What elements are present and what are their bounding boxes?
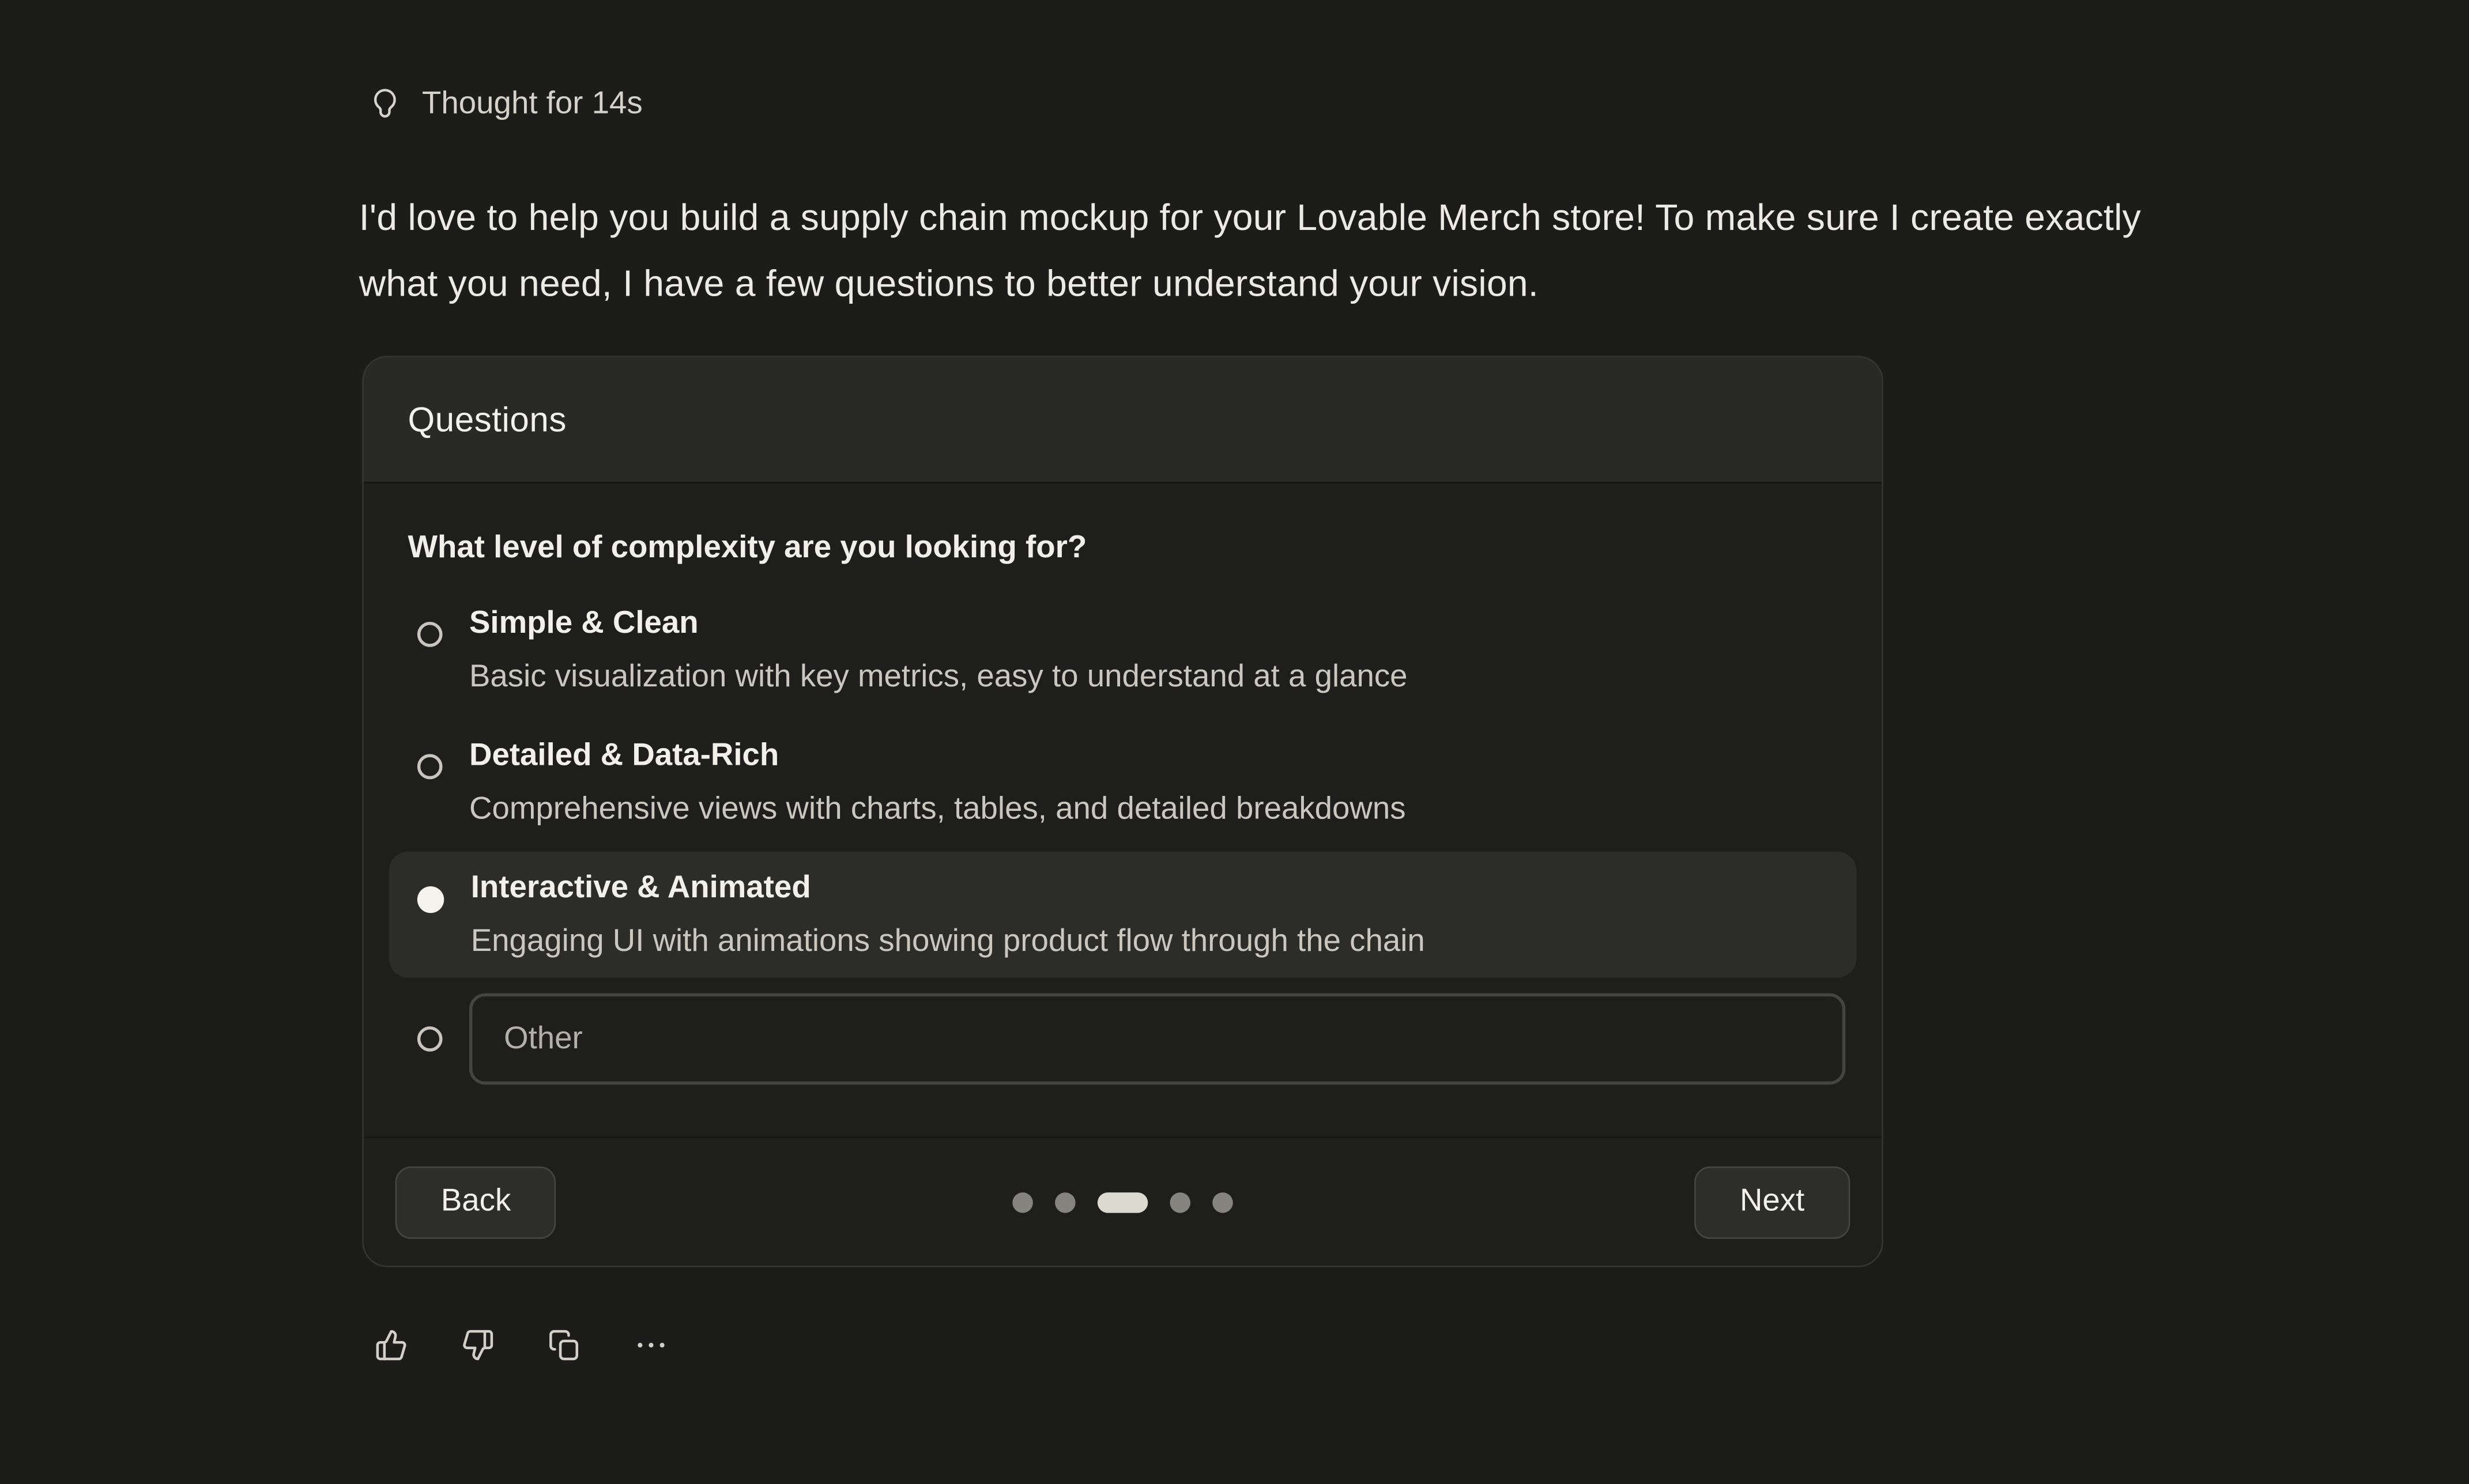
thumbs-up-icon (374, 1328, 407, 1361)
radio-unselected-icon[interactable] (417, 1026, 443, 1052)
pagination-dot (1212, 1192, 1233, 1213)
options-list: Simple & Clean Basic visualization with … (389, 587, 1857, 1110)
assistant-message: I'd love to help you build a supply chai… (359, 184, 2225, 316)
more-options-icon (632, 1328, 669, 1361)
back-button[interactable]: Back (395, 1166, 557, 1238)
question-text: What level of complexity are you looking… (408, 531, 1837, 567)
message-actions (373, 1326, 668, 1364)
lightbulb-icon (368, 85, 401, 123)
pagination-dots (1012, 1192, 1232, 1213)
stage: Thought for 14s I'd love to help you bui… (0, 0, 2469, 1484)
pagination-dot (1055, 1192, 1076, 1213)
card-header: Questions (364, 357, 1882, 484)
option-other[interactable] (389, 984, 1857, 1110)
questions-card: Questions What level of complexity are y… (362, 356, 1883, 1267)
thought-label: Thought for 14s (422, 86, 643, 122)
pagination-dot-active (1098, 1192, 1148, 1213)
card-body: What level of complexity are you looking… (364, 531, 1882, 1110)
option-interactive-animated[interactable]: Interactive & Animated Engaging UI with … (389, 852, 1857, 978)
next-button[interactable]: Next (1694, 1166, 1850, 1238)
radio-unselected-icon[interactable] (417, 754, 443, 779)
more-options-button[interactable] (633, 1326, 668, 1364)
pagination-dot (1170, 1192, 1191, 1213)
thumbs-down-icon (461, 1328, 493, 1361)
card-footer: Back Next (364, 1136, 1882, 1266)
thought-disclosure[interactable]: Thought for 14s (368, 85, 643, 123)
copy-button[interactable] (546, 1326, 581, 1364)
other-input[interactable] (469, 994, 1845, 1085)
option-simple-clean[interactable]: Simple & Clean Basic visualization with … (389, 587, 1857, 713)
thumbs-down-button[interactable] (460, 1326, 495, 1364)
copy-icon (547, 1328, 580, 1361)
pagination-dot (1012, 1192, 1033, 1213)
chat-screen: Thought for 14s I'd love to help you bui… (0, 0, 2469, 1484)
option-label: Simple & Clean (469, 596, 1828, 650)
radio-unselected-icon[interactable] (417, 622, 443, 647)
card-title: Questions (408, 399, 566, 440)
option-detailed-data-rich[interactable]: Detailed & Data-Rich Comprehensive views… (389, 719, 1857, 845)
thumbs-up-button[interactable] (373, 1326, 408, 1364)
option-description: Comprehensive views with charts, tables,… (469, 783, 1828, 836)
radio-selected-icon[interactable] (417, 886, 444, 913)
option-description: Engaging UI with animations showing prod… (471, 915, 1829, 968)
option-description: Basic visualization with key metrics, ea… (469, 650, 1828, 704)
option-label: Interactive & Animated (471, 861, 1829, 915)
option-label: Detailed & Data-Rich (469, 729, 1828, 783)
